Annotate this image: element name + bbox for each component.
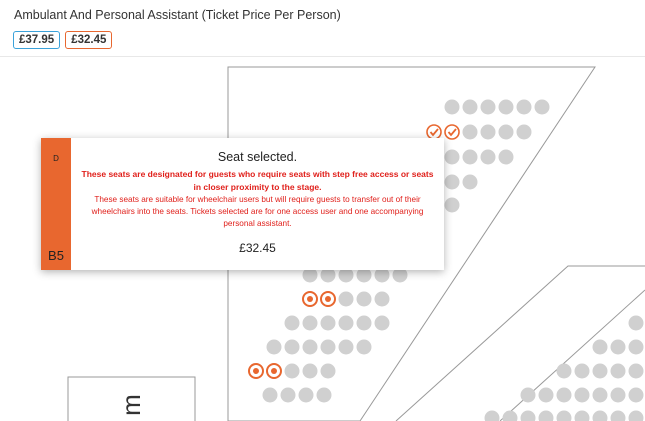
seat[interactable] <box>284 315 300 331</box>
price-chip-32-45[interactable]: £32.45 <box>65 31 113 49</box>
seat[interactable] <box>356 339 372 355</box>
seat[interactable] <box>538 387 554 403</box>
selected-seat-dot <box>307 296 313 302</box>
seat[interactable] <box>498 99 514 115</box>
seat[interactable] <box>444 99 460 115</box>
seat[interactable] <box>302 315 318 331</box>
tooltip-price: £32.45 <box>239 241 276 255</box>
seat[interactable] <box>556 410 572 421</box>
seat[interactable] <box>280 387 296 403</box>
header-title: Ambulant And Personal Assistant (Ticket … <box>14 8 341 22</box>
seat[interactable] <box>480 124 496 140</box>
seat[interactable] <box>266 339 282 355</box>
seat[interactable] <box>516 99 532 115</box>
seat[interactable] <box>610 410 626 421</box>
seat[interactable] <box>610 339 626 355</box>
section-outline-lower <box>395 265 645 421</box>
seat[interactable] <box>592 410 608 421</box>
seat[interactable] <box>320 363 336 379</box>
seat[interactable] <box>444 149 460 165</box>
seat[interactable] <box>502 410 518 421</box>
seat[interactable] <box>556 363 572 379</box>
seat[interactable] <box>484 410 500 421</box>
selected-seat-dot <box>253 368 259 374</box>
seat[interactable] <box>538 410 554 421</box>
seat[interactable] <box>480 99 496 115</box>
seat[interactable] <box>338 315 354 331</box>
seat[interactable] <box>480 149 496 165</box>
tooltip-info: These seats are suitable for wheelchair … <box>91 195 424 228</box>
seat[interactable] <box>610 363 626 379</box>
seat[interactable] <box>462 124 478 140</box>
seat[interactable] <box>628 315 644 331</box>
tooltip-title: Seat selected. <box>217 150 298 164</box>
seat[interactable] <box>520 410 536 421</box>
seat[interactable] <box>284 339 300 355</box>
price-filter: £37.95 £32.45 <box>13 31 113 49</box>
seat[interactable] <box>574 410 590 421</box>
seat[interactable] <box>444 197 460 213</box>
stage-label: m <box>116 394 146 416</box>
selected-seat-dot <box>325 296 331 302</box>
seat[interactable] <box>284 363 300 379</box>
check-icon[interactable] <box>426 124 442 140</box>
seat[interactable] <box>302 339 318 355</box>
seat[interactable] <box>592 387 608 403</box>
seat[interactable] <box>610 387 626 403</box>
seat[interactable] <box>338 339 354 355</box>
seat[interactable] <box>628 410 644 421</box>
seat[interactable] <box>574 363 590 379</box>
seat[interactable] <box>298 387 314 403</box>
price-chip-37-95[interactable]: £37.95 <box>13 31 61 49</box>
seat[interactable] <box>592 339 608 355</box>
seat[interactable] <box>628 363 644 379</box>
seat-tooltip: D B5 Seat selected. These seats are desi… <box>41 138 444 270</box>
seat[interactable] <box>462 149 478 165</box>
tooltip-row-label: D <box>53 154 59 163</box>
seat[interactable] <box>574 387 590 403</box>
seat[interactable] <box>628 339 644 355</box>
seat[interactable] <box>356 291 372 307</box>
selected-seat-dot <box>271 368 277 374</box>
check-icon[interactable] <box>444 124 460 140</box>
seat[interactable] <box>534 99 550 115</box>
seat[interactable] <box>374 291 390 307</box>
seat[interactable] <box>338 291 354 307</box>
seat[interactable] <box>516 124 532 140</box>
seat[interactable] <box>320 315 336 331</box>
tooltip-seat-strip: D B5 <box>41 138 71 270</box>
tooltip-warning: These seats are designated for guests wh… <box>81 169 434 192</box>
seat[interactable] <box>374 315 390 331</box>
seat[interactable] <box>444 174 460 190</box>
seat[interactable] <box>556 387 572 403</box>
tooltip-seat-label: B5 <box>48 248 64 263</box>
seat[interactable] <box>462 174 478 190</box>
section-outline-right <box>499 289 645 421</box>
tooltip-body: Seat selected. These seats are designate… <box>71 138 444 270</box>
seat[interactable] <box>462 99 478 115</box>
seat[interactable] <box>520 387 536 403</box>
seat[interactable] <box>262 387 278 403</box>
seat[interactable] <box>592 363 608 379</box>
seat[interactable] <box>498 124 514 140</box>
seat[interactable] <box>498 149 514 165</box>
seat[interactable] <box>320 339 336 355</box>
seat[interactable] <box>356 315 372 331</box>
seat[interactable] <box>302 363 318 379</box>
seat[interactable] <box>316 387 332 403</box>
seat[interactable] <box>628 387 644 403</box>
